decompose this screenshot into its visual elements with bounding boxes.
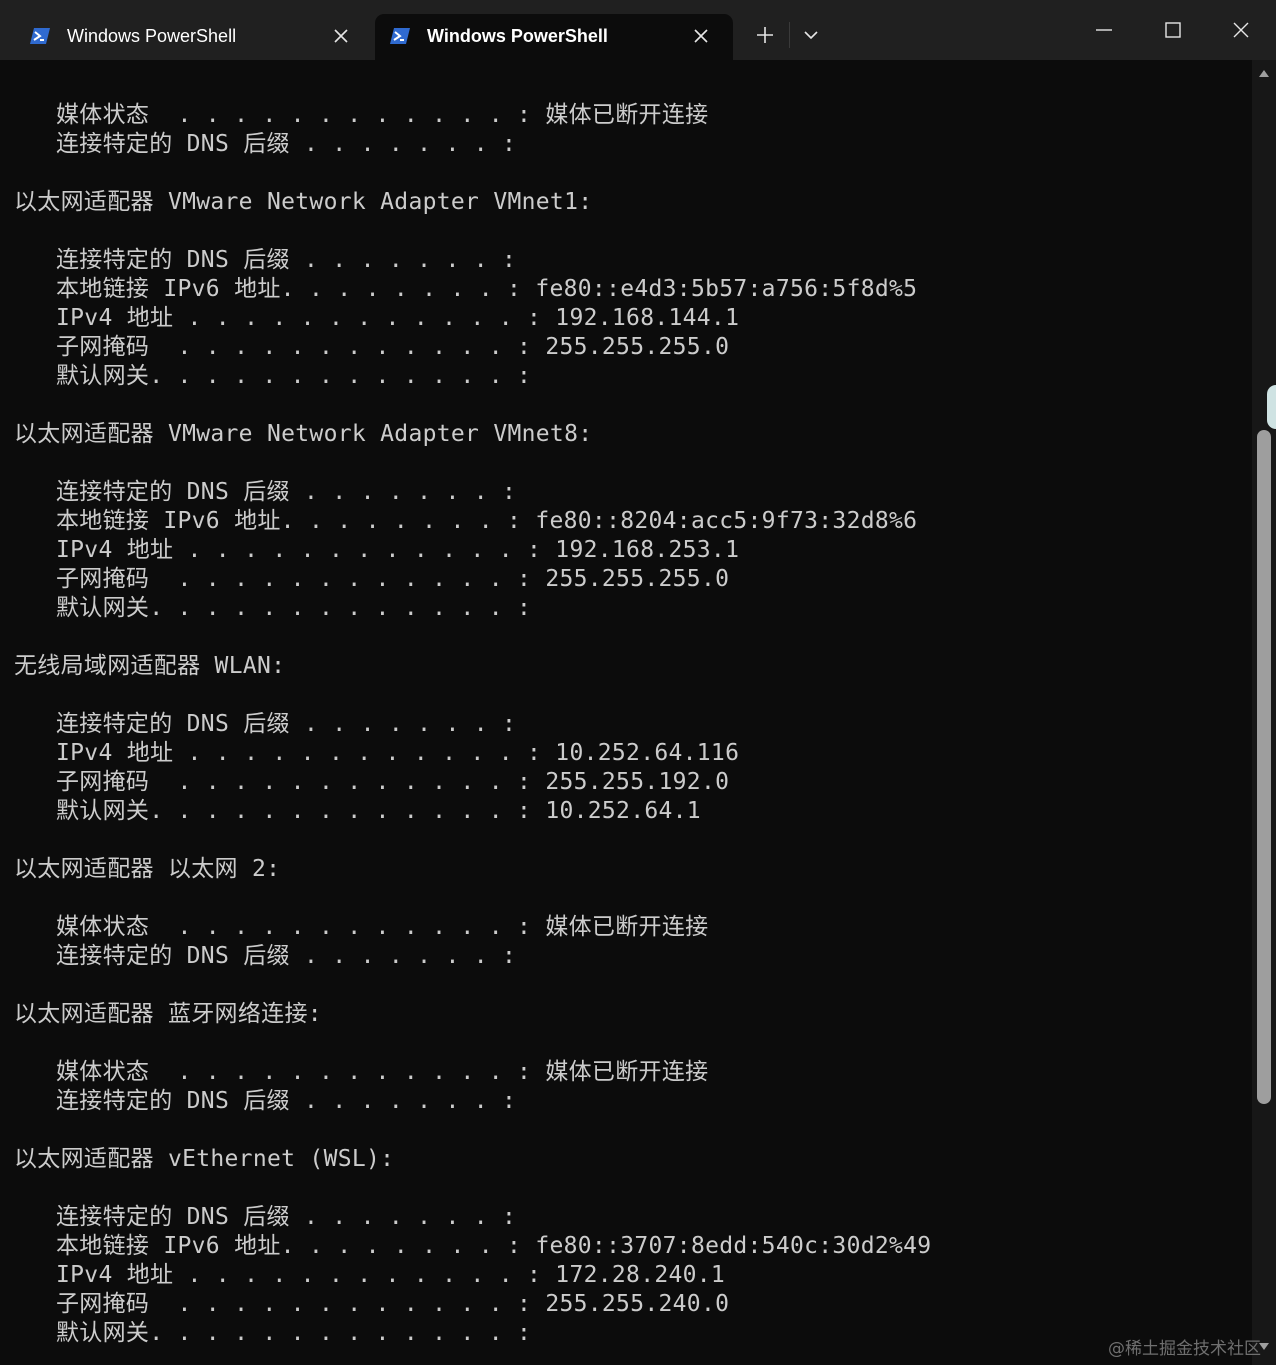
chevron-down-icon xyxy=(804,31,818,40)
output-line: 本地链接 IPv6 地址. . . . . . . . : fe80::8204… xyxy=(56,508,918,534)
output-line: 以太网适配器 VMware Network Adapter VMnet1: xyxy=(14,189,593,215)
maximize-button[interactable] xyxy=(1150,10,1196,50)
output-line: 媒体状态 . . . . . . . . . . . . : 媒体已断开连接 xyxy=(56,914,709,940)
close-tab-icon[interactable] xyxy=(330,25,352,47)
minimize-icon xyxy=(1096,29,1112,31)
output-line: 以太网适配器 蓝牙网络连接: xyxy=(14,1001,322,1027)
output-line: 默认网关. . . . . . . . . . . . . : xyxy=(56,1320,532,1346)
output-line: 连接特定的 DNS 后缀 . . . . . . . : xyxy=(56,479,517,505)
minimize-button[interactable] xyxy=(1081,10,1127,50)
output-line: 子网掩码 . . . . . . . . . . . . : 255.255.1… xyxy=(56,769,730,795)
tab-powershell-1[interactable]: Windows PowerShell xyxy=(12,14,362,60)
output-line: 默认网关. . . . . . . . . . . . . : xyxy=(56,595,532,621)
edge-handle[interactable] xyxy=(1267,385,1276,429)
output-line: 连接特定的 DNS 后缀 . . . . . . . : xyxy=(56,247,517,273)
output-line: IPv4 地址 . . . . . . . . . . . . : 192.16… xyxy=(56,305,740,331)
close-icon xyxy=(1233,22,1249,38)
output-line: 媒体状态 . . . . . . . . . . . . : 媒体已断开连接 xyxy=(56,102,709,128)
scroll-up-icon[interactable] xyxy=(1258,68,1270,78)
divider xyxy=(789,22,790,48)
output-line: IPv4 地址 . . . . . . . . . . . . : 192.16… xyxy=(56,537,740,563)
plus-icon xyxy=(757,27,773,43)
tab-label: Windows PowerShell xyxy=(427,26,608,46)
output-line: 无线局域网适配器 WLAN: xyxy=(14,653,286,679)
close-tab-icon[interactable] xyxy=(690,25,712,47)
terminal-output[interactable]: 媒体状态 . . . . . . . . . . . . : 媒体已断开连接 连… xyxy=(0,60,1252,1365)
title-bar: Windows PowerShell Windows PowerShell xyxy=(0,0,1276,60)
tab-label: Windows PowerShell xyxy=(67,26,237,46)
output-line: 子网掩码 . . . . . . . . . . . . : 255.255.2… xyxy=(56,566,730,592)
output-line: 以太网适配器 以太网 2: xyxy=(14,856,281,882)
close-window-button[interactable] xyxy=(1218,10,1264,50)
watermark: @稀土掘金技术社区 xyxy=(1108,1339,1261,1359)
output-line: 连接特定的 DNS 后缀 . . . . . . . : xyxy=(56,131,517,157)
maximize-icon xyxy=(1165,22,1181,38)
output-line: 连接特定的 DNS 后缀 . . . . . . . : xyxy=(56,1088,517,1114)
output-line: 子网掩码 . . . . . . . . . . . . : 255.255.2… xyxy=(56,334,730,360)
output-line: 子网掩码 . . . . . . . . . . . . : 255.255.2… xyxy=(56,1291,730,1317)
output-line: 连接特定的 DNS 后缀 . . . . . . . : xyxy=(56,943,517,969)
output-line: 本地链接 IPv6 地址. . . . . . . . : fe80::e4d3… xyxy=(56,276,918,302)
output-line: 连接特定的 DNS 后缀 . . . . . . . : xyxy=(56,1204,517,1230)
output-line: 连接特定的 DNS 后缀 . . . . . . . : xyxy=(56,711,517,737)
output-line: IPv4 地址 . . . . . . . . . . . . : 172.28… xyxy=(56,1262,726,1288)
new-tab-button[interactable] xyxy=(748,20,782,50)
output-line: IPv4 地址 . . . . . . . . . . . . : 10.252… xyxy=(56,740,740,766)
tab-dropdown-button[interactable] xyxy=(796,20,826,50)
output-line: 本地链接 IPv6 地址. . . . . . . . : fe80::3707… xyxy=(56,1233,932,1259)
output-line: 以太网适配器 VMware Network Adapter VMnet8: xyxy=(14,421,593,447)
output-line: 默认网关. . . . . . . . . . . . . : xyxy=(56,363,532,389)
output-line: 默认网关. . . . . . . . . . . . . : 10.252.6… xyxy=(56,798,701,824)
powershell-icon xyxy=(30,28,50,44)
powershell-icon xyxy=(390,28,410,44)
tab-powershell-2[interactable]: Windows PowerShell xyxy=(375,14,733,60)
output-line: 媒体状态 . . . . . . . . . . . . : 媒体已断开连接 xyxy=(56,1059,709,1085)
scrollbar-thumb[interactable] xyxy=(1257,430,1271,1104)
output-line: 以太网适配器 vEthernet (WSL): xyxy=(14,1146,395,1172)
